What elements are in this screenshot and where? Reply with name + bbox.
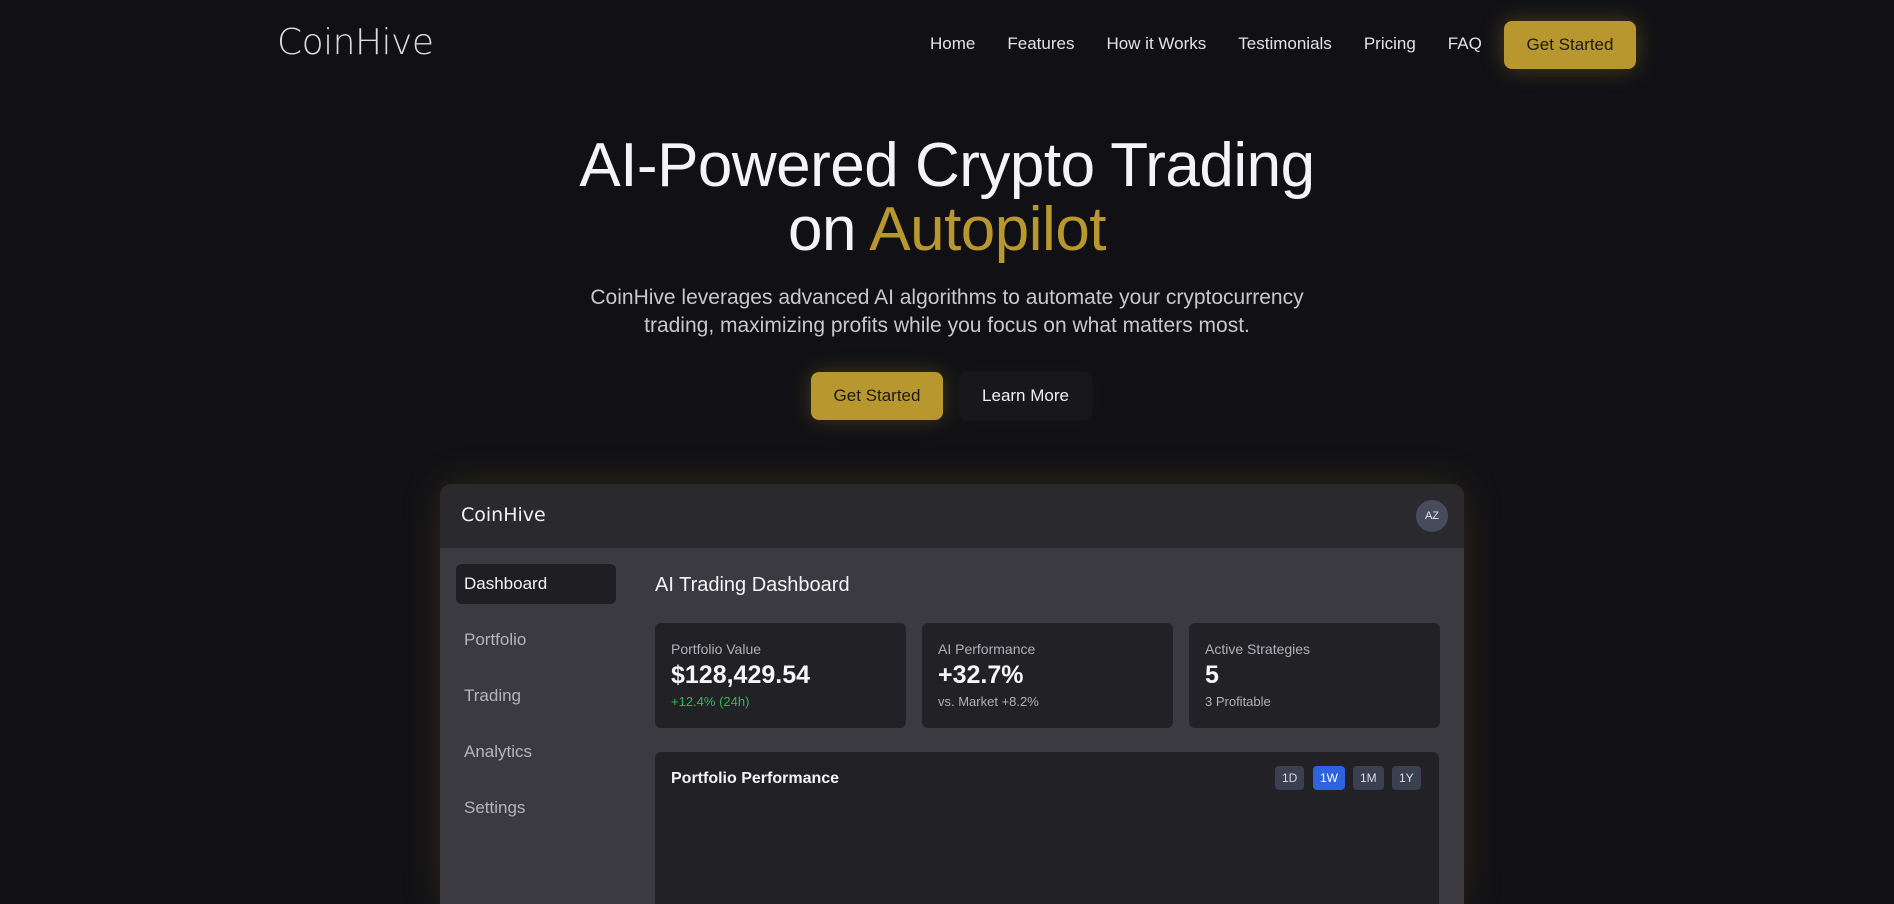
hero-subtitle: CoinHive leverages advanced AI algorithm… xyxy=(590,286,1304,337)
card-comparison: vs. Market +8.2% xyxy=(938,694,1039,709)
nav-link-testimonials[interactable]: Testimonials xyxy=(1238,34,1332,54)
user-avatar[interactable]: AZ xyxy=(1416,500,1448,532)
app-logo: CoinHive xyxy=(461,504,546,526)
nav-link-how-it-works[interactable]: How it Works xyxy=(1106,34,1206,54)
nav-links: Home Features How it Works Testimonials … xyxy=(930,34,1514,54)
card-label: Portfolio Value xyxy=(671,641,762,657)
sidebar-item-settings[interactable]: Settings xyxy=(456,788,616,828)
performance-title: Portfolio Performance xyxy=(671,770,840,787)
card-value: $128,429.54 xyxy=(671,661,811,689)
app-header: CoinHive AZ xyxy=(440,484,1464,548)
brand-logo[interactable]: CoinHive xyxy=(277,22,434,63)
range-button-1d[interactable]: 1D xyxy=(1275,766,1305,790)
range-button-1m[interactable]: 1M xyxy=(1353,766,1384,790)
hero-title: AI-Powered Crypto Trading on Autopilot xyxy=(0,134,1894,262)
hero-title-line1: AI-Powered Crypto Trading xyxy=(579,131,1315,200)
hero-get-started-button[interactable]: Get Started xyxy=(811,372,943,420)
stat-card-portfolio-value: Portfolio Value $128,429.54 +12.4% (24h) xyxy=(655,623,906,728)
sidebar-item-analytics[interactable]: Analytics xyxy=(456,732,616,772)
card-value: +32.7% xyxy=(938,661,1024,689)
nav-link-home[interactable]: Home xyxy=(930,34,975,54)
top-navbar: CoinHive Home Features How it Works Test… xyxy=(0,0,1894,90)
portfolio-performance-panel: Portfolio Performance 1D 1W 1M 1Y xyxy=(655,752,1439,904)
hero-learn-more-button[interactable]: Learn More xyxy=(959,372,1092,420)
stat-card-ai-performance: AI Performance +32.7% vs. Market +8.2% xyxy=(922,623,1173,728)
card-label: Active Strategies xyxy=(1205,641,1311,657)
sidebar-item-portfolio[interactable]: Portfolio xyxy=(456,620,616,660)
dashboard-preview: CoinHive AZ Dashboard Portfolio Trading … xyxy=(440,484,1464,904)
stat-card-active-strategies: Active Strategies 5 3 Profitable xyxy=(1189,623,1440,728)
hero-title-accent: Autopilot xyxy=(869,195,1107,264)
nav-get-started-button[interactable]: Get Started xyxy=(1504,21,1636,69)
range-button-1y[interactable]: 1Y xyxy=(1392,766,1421,790)
nav-link-faq[interactable]: FAQ xyxy=(1448,34,1482,54)
range-button-1w[interactable]: 1W xyxy=(1313,766,1345,790)
card-value: 5 xyxy=(1205,661,1219,689)
card-change: +12.4% (24h) xyxy=(671,694,750,709)
card-detail: 3 Profitable xyxy=(1205,694,1271,709)
sidebar-item-trading[interactable]: Trading xyxy=(456,676,616,716)
dashboard-title: AI Trading Dashboard xyxy=(655,574,850,596)
hero-title-prefix: on xyxy=(787,195,870,264)
nav-link-features[interactable]: Features xyxy=(1007,34,1074,54)
nav-link-pricing[interactable]: Pricing xyxy=(1364,34,1416,54)
card-label: AI Performance xyxy=(938,641,1036,657)
sidebar-item-dashboard[interactable]: Dashboard xyxy=(456,564,616,604)
